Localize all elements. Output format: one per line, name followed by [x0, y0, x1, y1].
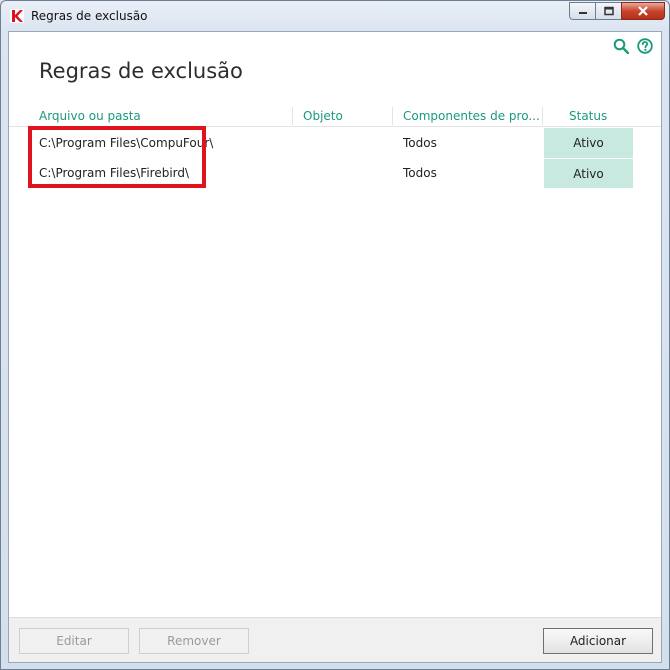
column-separator[interactable]: [292, 107, 293, 125]
remove-button[interactable]: Remover: [139, 628, 249, 654]
add-button[interactable]: Adicionar: [543, 628, 653, 654]
column-header-status[interactable]: Status: [569, 109, 607, 123]
status-badge[interactable]: Ativo: [544, 158, 633, 188]
dialog-content: Regras de exclusão Arquivo ou pasta Obje…: [8, 31, 662, 663]
maximize-icon: [603, 6, 614, 16]
button-bar: Editar Remover Adicionar: [9, 617, 661, 662]
search-icon[interactable]: [613, 38, 629, 54]
column-header-object[interactable]: Objeto: [303, 109, 343, 123]
app-window: Regras de exclusão Regras de exclusão Ar…: [0, 0, 670, 670]
minimize-button[interactable]: [569, 2, 595, 20]
column-separator[interactable]: [542, 107, 543, 125]
minimize-icon: [578, 12, 587, 14]
caption-buttons: [569, 2, 665, 20]
status-badge[interactable]: Ativo: [544, 128, 633, 158]
close-button[interactable]: [621, 2, 665, 20]
table-header: Arquivo ou pasta Objeto Componentes de p…: [9, 105, 661, 127]
column-header-components[interactable]: Componentes de pro...: [403, 109, 540, 123]
maximize-button[interactable]: [595, 2, 621, 20]
window-title: Regras de exclusão: [31, 9, 148, 23]
column-separator[interactable]: [392, 107, 393, 125]
red-highlight-box: [28, 126, 206, 188]
cell-components: Todos: [403, 166, 437, 180]
page-title: Regras de exclusão: [39, 59, 243, 83]
column-header-file-or-folder[interactable]: Arquivo ou pasta: [39, 109, 141, 123]
title-bar[interactable]: Regras de exclusão: [1, 1, 669, 31]
help-icon[interactable]: [637, 38, 653, 54]
kaspersky-logo-icon: [10, 9, 24, 23]
edit-button[interactable]: Editar: [19, 628, 129, 654]
cell-components: Todos: [403, 136, 437, 150]
close-icon: [638, 6, 648, 16]
top-icons: [613, 38, 653, 54]
